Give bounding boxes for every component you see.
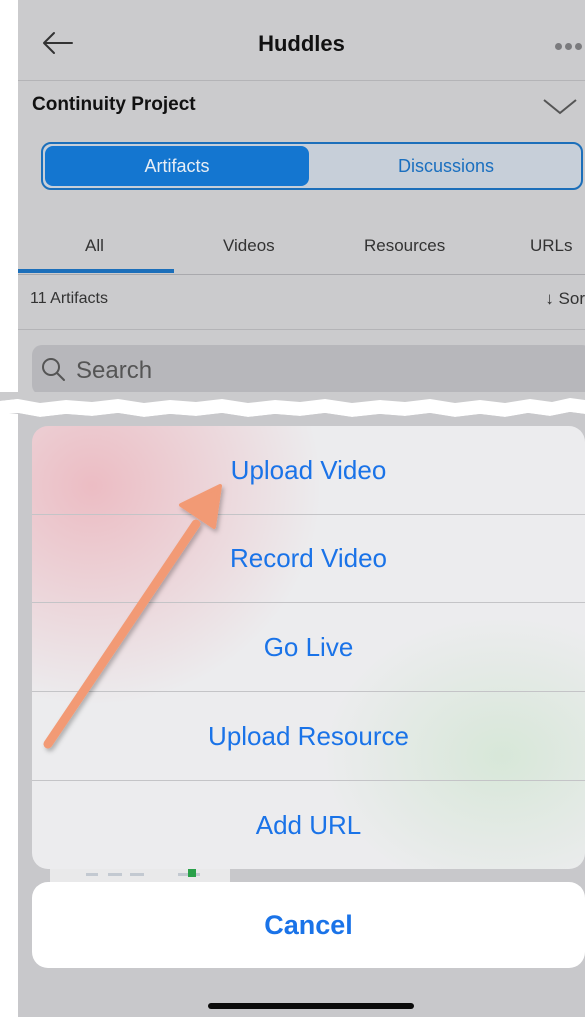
search-icon	[42, 358, 65, 381]
segmented-control: Artifacts Discussions	[41, 142, 583, 190]
segment-discussions[interactable]: Discussions	[313, 146, 579, 186]
active-tab-indicator	[18, 269, 174, 273]
more-dots-icon[interactable]	[555, 37, 585, 55]
tab-urls[interactable]: URLs	[530, 236, 573, 256]
add-url-button[interactable]: Add URL	[32, 781, 585, 869]
action-sheet: Upload Video Record Video Go Live Upload…	[32, 426, 585, 869]
home-indicator	[208, 1003, 414, 1009]
upload-resource-button[interactable]: Upload Resource	[32, 692, 585, 781]
list-item-thumbnail	[50, 868, 230, 882]
tab-videos[interactable]: Videos	[223, 236, 275, 256]
upload-video-button[interactable]: Upload Video	[32, 426, 585, 515]
cancel-button[interactable]: Cancel	[32, 882, 585, 968]
artifact-count: 11 Artifacts	[30, 290, 108, 307]
tab-resources[interactable]: Resources	[364, 236, 445, 256]
project-name: Continuity Project	[32, 94, 196, 115]
page-title: Huddles	[258, 31, 345, 56]
tab-all[interactable]: All	[85, 236, 104, 256]
record-video-button[interactable]: Record Video	[32, 514, 585, 603]
search-placeholder: Search	[76, 357, 153, 384]
nav-bar: Huddles	[18, 0, 585, 81]
divider	[18, 329, 585, 330]
thumbnail-status	[188, 869, 196, 877]
search-input[interactable]: Search	[32, 345, 585, 395]
background-screen: Huddles Continuity Project Artifacts Dis…	[18, 0, 585, 420]
chevron-down-icon[interactable]	[541, 96, 579, 116]
filter-tabs: All Videos Resources URLs	[18, 226, 585, 275]
segment-artifacts[interactable]: Artifacts	[45, 146, 309, 186]
sort-button[interactable]: ↓ Sor	[545, 289, 585, 309]
go-live-button[interactable]: Go Live	[32, 603, 585, 692]
